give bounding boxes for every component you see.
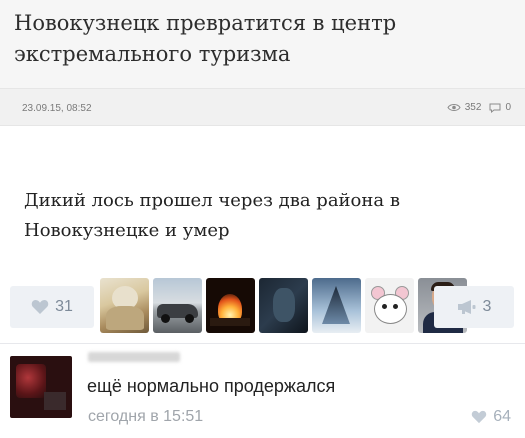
megaphone-icon: [457, 300, 476, 314]
article-date: 23.09.15, 08:52: [22, 103, 92, 114]
comment-text: ещё нормально продержался: [87, 376, 336, 396]
article-stats: 352 0: [447, 102, 511, 113]
article-header: Новокузнецк превратится в центр экстрема…: [0, 0, 525, 88]
liker-avatar-monkey[interactable]: [100, 278, 149, 333]
heart-icon: [31, 300, 49, 314]
eye-icon: [447, 104, 461, 111]
liker-avatar-dark[interactable]: [259, 278, 308, 333]
liker-avatar-car[interactable]: [153, 278, 202, 333]
comment-like-button[interactable]: 64: [471, 408, 511, 426]
post-text: Дикий лось прошел через два района в Нов…: [24, 190, 400, 241]
comments-count: 0: [505, 102, 511, 113]
like-count: 31: [55, 298, 73, 315]
share-count: 3: [482, 298, 492, 315]
liker-avatar-cartoon[interactable]: [365, 278, 414, 333]
comment-like-count: 64: [493, 408, 511, 425]
comment-icon: [489, 103, 501, 113]
post-actions: 31 3: [0, 274, 525, 340]
commenter-avatar[interactable]: [10, 356, 72, 418]
comment-divider: [0, 343, 525, 344]
heart-icon: [471, 410, 487, 424]
comment-author-redacted: [88, 352, 180, 362]
like-button[interactable]: 31: [10, 286, 94, 328]
liker-avatar-anime[interactable]: [312, 278, 361, 333]
share-button[interactable]: 3: [434, 286, 514, 328]
liker-avatar-fire[interactable]: [206, 278, 255, 333]
likers-list: [100, 278, 467, 333]
comment-timestamp[interactable]: сегодня в 15:51: [88, 408, 203, 426]
article-headline[interactable]: Новокузнецк превратится в центр экстрема…: [14, 8, 484, 70]
article-meta-bar: 23.09.15, 08:52 352 0: [0, 88, 525, 126]
views-count: 352: [464, 102, 482, 113]
